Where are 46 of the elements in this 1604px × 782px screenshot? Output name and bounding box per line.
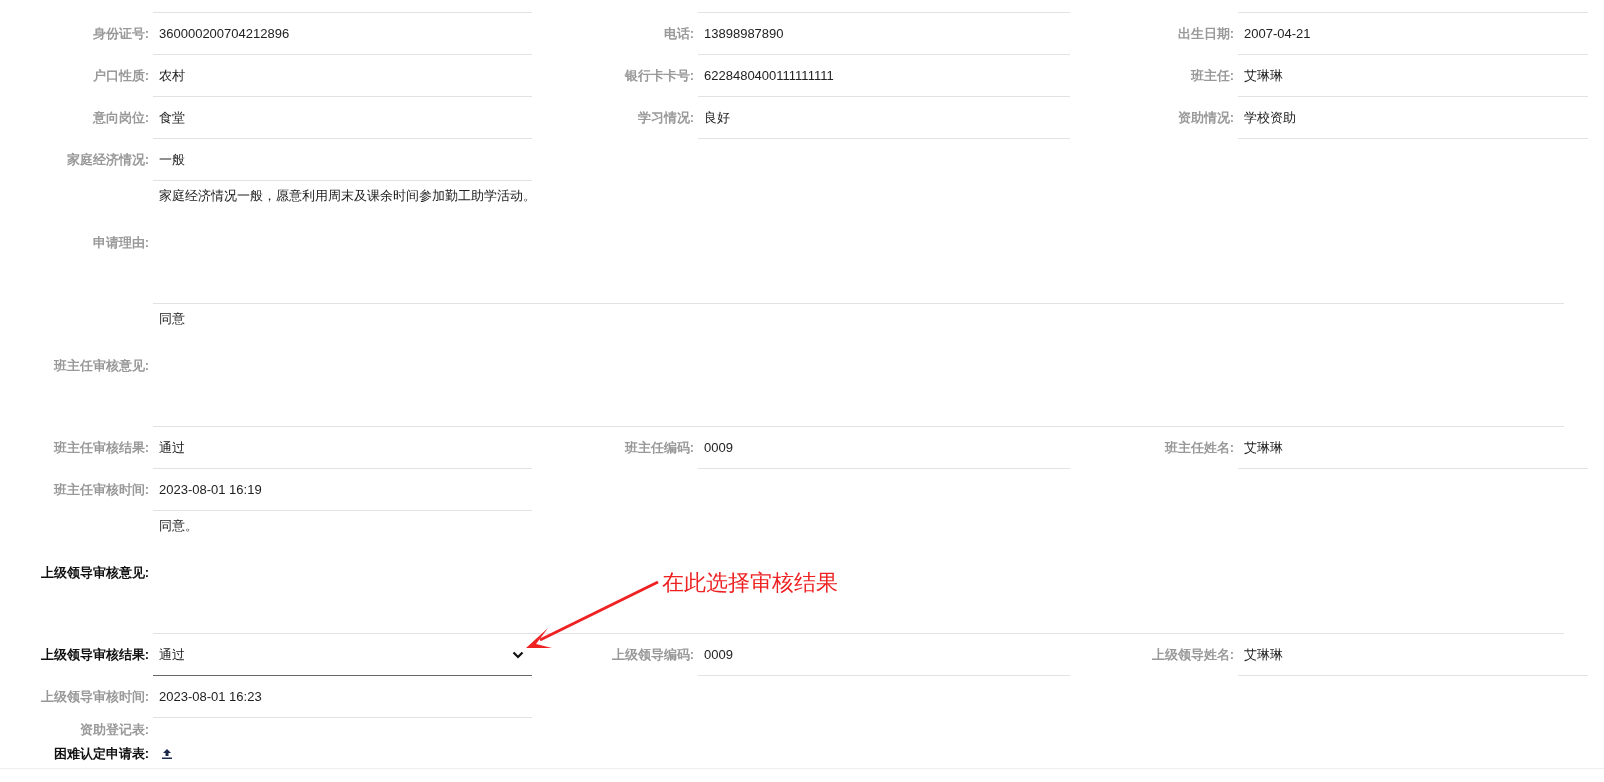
text-field[interactable]: 6228480400111111111	[698, 55, 1070, 97]
text-field[interactable]: 通过	[153, 427, 532, 469]
field-label: 申请理由:	[92, 233, 149, 252]
upload-icon[interactable]	[161, 748, 173, 760]
field-label: 上级领导编码:	[611, 646, 694, 664]
text-field[interactable]: 0009	[698, 427, 1070, 469]
text-field[interactable]: 360000200704212896	[153, 13, 532, 55]
text-field[interactable]: 学校资助	[1238, 97, 1588, 139]
field-label: 上级领导姓名:	[1151, 646, 1234, 664]
field-label: 电话:	[663, 25, 694, 43]
field-label: 户口性质:	[92, 67, 149, 85]
text-field[interactable]: 2023-08-01 16:19	[153, 469, 532, 511]
text-field[interactable]: 艾琳琳	[1238, 427, 1588, 469]
text-field[interactable]: 13898987890	[698, 13, 1070, 55]
text-field[interactable]: 艾琳琳	[1238, 55, 1588, 97]
field-label: 银行卡卡号:	[624, 67, 694, 85]
text-field[interactable]: 一般	[153, 139, 532, 181]
text-area[interactable]: 家庭经济情况一般，愿意利用周末及课余时间参加勤工助学活动。	[153, 181, 1564, 304]
field-label: 家庭经济情况:	[66, 151, 149, 169]
text-field[interactable]: 艾琳琳	[1238, 634, 1588, 676]
field-label: 班主任:	[1190, 67, 1234, 85]
text-field[interactable]: 0009	[698, 634, 1070, 676]
text-field[interactable]: 食堂	[153, 97, 532, 139]
field-label: 班主任审核意见:	[53, 356, 149, 375]
field-label: 班主任姓名:	[1164, 439, 1234, 457]
field-label: 资助情况:	[1177, 109, 1234, 127]
field-label: 班主任审核时间:	[53, 481, 149, 499]
annotation-text: 在此选择审核结果	[662, 569, 838, 597]
select-dropdown[interactable]: 通过	[153, 634, 532, 676]
field-label: 班主任编码:	[624, 439, 694, 457]
field-label: 上级领导审核意见:	[40, 563, 149, 582]
field-label: 上级领导审核时间:	[40, 688, 149, 706]
text-field[interactable]: 2007-04-21	[1238, 13, 1588, 55]
field-label: 班主任审核结果:	[53, 439, 149, 457]
text-area[interactable]: 同意	[153, 304, 1564, 427]
field-label: 困难认定申请表:	[53, 745, 149, 763]
text-field[interactable]: 农村	[153, 55, 532, 97]
chevron-down-icon	[512, 650, 524, 659]
field-label: 上级领导审核结果:	[40, 646, 149, 664]
text-field[interactable]: 良好	[698, 97, 1070, 139]
text-field[interactable]: 2023-08-01 16:23	[153, 676, 532, 718]
field-label: 资助登记表:	[79, 721, 149, 739]
field-label: 身份证号:	[92, 25, 149, 43]
field-label: 学习情况:	[637, 109, 694, 127]
field-label: 意向岗位:	[92, 109, 149, 127]
field-label: 出生日期:	[1177, 25, 1234, 43]
